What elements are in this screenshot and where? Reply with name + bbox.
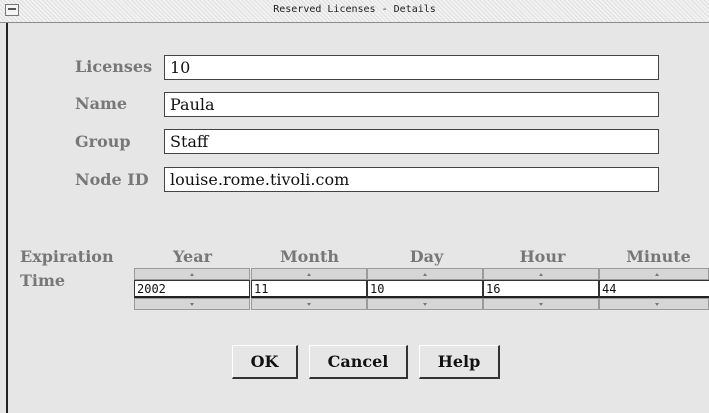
node-id-label: Node ID — [75, 170, 149, 189]
hour-column-header: Hour — [519, 247, 566, 266]
expiration-label: Expiration — [20, 247, 114, 266]
minute-decrement-button[interactable] — [599, 298, 709, 310]
year-decrement-button[interactable] — [134, 298, 250, 310]
licenses-field[interactable] — [164, 55, 659, 80]
day-value[interactable]: 10 — [367, 280, 483, 298]
minute-spinner: 44 — [599, 268, 709, 310]
month-increment-button[interactable] — [251, 268, 367, 280]
name-label: Name — [75, 94, 128, 113]
group-label: Group — [75, 132, 131, 151]
help-button[interactable]: Help — [419, 345, 500, 379]
hour-value[interactable]: 16 — [483, 280, 599, 298]
licenses-label: Licenses — [75, 57, 153, 76]
hour-increment-button[interactable] — [483, 268, 599, 280]
year-value[interactable]: 2002 — [134, 280, 250, 298]
month-column-header: Month — [279, 247, 340, 266]
month-value[interactable]: 11 — [251, 280, 367, 298]
window-title: Reserved Licenses - Details — [273, 4, 436, 15]
month-spinner: 11 — [251, 268, 367, 310]
minute-increment-button[interactable] — [599, 268, 709, 280]
month-decrement-button[interactable] — [251, 298, 367, 310]
dialog-window: Reserved Licenses - Details Licenses Nam… — [0, 0, 709, 413]
node-id-field[interactable] — [164, 167, 659, 192]
day-spinner: 10 — [367, 268, 483, 310]
ok-button[interactable]: OK — [232, 345, 298, 379]
day-decrement-button[interactable] — [367, 298, 483, 310]
cancel-button[interactable]: Cancel — [309, 345, 408, 379]
year-increment-button[interactable] — [134, 268, 250, 280]
time-label: Time — [20, 271, 66, 290]
hour-decrement-button[interactable] — [483, 298, 599, 310]
year-spinner: 2002 — [134, 268, 250, 310]
group-field[interactable] — [164, 129, 659, 154]
window-left-frame — [0, 23, 8, 413]
name-field[interactable] — [164, 92, 659, 117]
day-increment-button[interactable] — [367, 268, 483, 280]
title-bar[interactable]: Reserved Licenses - Details — [0, 0, 709, 23]
year-column-header: Year — [172, 247, 212, 266]
day-column-header: Day — [409, 247, 444, 266]
minute-column-header: Minute — [626, 247, 691, 266]
minute-value[interactable]: 44 — [599, 280, 709, 298]
hour-spinner: 16 — [483, 268, 599, 310]
